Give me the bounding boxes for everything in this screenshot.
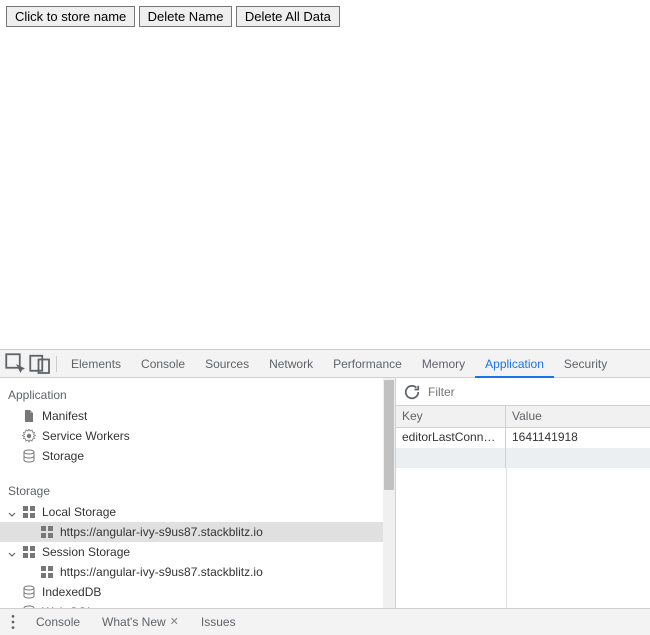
tab-console[interactable]: Console [131, 350, 195, 378]
sidebar-item-service-workers[interactable]: Service Workers [0, 426, 395, 446]
page-content: Click to store name Delete Name Delete A… [0, 0, 650, 350]
sidebar-item-label: Storage [42, 449, 84, 463]
application-sidebar: Application Manifest Service Workers Sto… [0, 378, 396, 608]
sidebar-item-label: https://angular-ivy-s9us87.stackblitz.io [60, 525, 263, 539]
tab-application[interactable]: Application [475, 350, 554, 378]
toggle-device-icon[interactable] [28, 352, 52, 376]
grid-icon [40, 565, 54, 579]
delete-name-button[interactable]: Delete Name [139, 6, 233, 27]
section-storage: Storage [0, 480, 395, 502]
inspect-element-icon[interactable] [4, 352, 28, 376]
scrollbar[interactable] [383, 378, 395, 608]
sidebar-item-label: Session Storage [42, 545, 130, 559]
document-icon [22, 409, 36, 423]
column-key[interactable]: Key [396, 406, 506, 427]
store-name-button[interactable]: Click to store name [6, 6, 135, 27]
tab-security[interactable]: Security [554, 350, 617, 378]
table-row[interactable]: editorLastConnec... 1641141918 [396, 428, 650, 448]
tab-performance[interactable]: Performance [323, 350, 412, 378]
cell-key[interactable] [396, 448, 506, 468]
tab-network[interactable]: Network [259, 350, 323, 378]
drawer-tab-whats-new[interactable]: What's New ✕ [94, 609, 187, 635]
sidebar-item-storage-overview[interactable]: Storage [0, 446, 395, 466]
tab-elements[interactable]: Elements [61, 350, 131, 378]
cell-key[interactable]: editorLastConnec... [396, 428, 506, 448]
grid-icon [40, 525, 54, 539]
drawer-tab-issues[interactable]: Issues [193, 609, 244, 635]
sidebar-item-label: https://angular-ivy-s9us87.stackblitz.io [60, 565, 263, 579]
sidebar-item-local-storage-origin[interactable]: https://angular-ivy-s9us87.stackblitz.io [0, 522, 395, 542]
devtools-drawer: Console What's New ✕ Issues [0, 608, 650, 635]
devtools-body: Application Manifest Service Workers Sto… [0, 378, 650, 608]
devtools-tabstrip: Elements Console Sources Network Perform… [0, 350, 650, 378]
section-application: Application [0, 384, 395, 406]
table-body-spacer [396, 468, 650, 608]
tab-sources[interactable]: Sources [195, 350, 259, 378]
drawer-tab-console[interactable]: Console [28, 609, 88, 635]
close-icon[interactable]: ✕ [170, 609, 179, 635]
more-icon[interactable] [4, 610, 22, 634]
sidebar-item-label: IndexedDB [42, 585, 101, 599]
drawer-tab-label: What's New [102, 609, 166, 635]
column-value[interactable]: Value [506, 406, 650, 427]
table-row-empty[interactable] [396, 448, 650, 468]
sidebar-item-websql[interactable]: Web SQL [0, 602, 395, 608]
sidebar-item-indexeddb[interactable]: IndexedDB [0, 582, 395, 602]
sidebar-item-label: Web SQL [42, 605, 94, 608]
separator [56, 356, 57, 372]
database-icon [22, 449, 36, 463]
chevron-down-icon [8, 508, 16, 516]
scrollbar-thumb[interactable] [384, 380, 394, 490]
detail-toolbar [396, 378, 650, 406]
grid-icon [22, 545, 36, 559]
storage-detail-panel: Key Value editorLastConnec... 1641141918 [396, 378, 650, 608]
gear-icon [22, 429, 36, 443]
sidebar-item-local-storage[interactable]: Local Storage [0, 502, 395, 522]
sidebar-item-session-storage-origin[interactable]: https://angular-ivy-s9us87.stackblitz.io [0, 562, 395, 582]
sidebar-item-label: Service Workers [42, 429, 130, 443]
database-icon [22, 605, 36, 608]
cell-value[interactable] [506, 448, 650, 468]
kv-header: Key Value [396, 406, 650, 428]
sidebar-item-session-storage[interactable]: Session Storage [0, 542, 395, 562]
refresh-icon[interactable] [402, 382, 422, 402]
tab-memory[interactable]: Memory [412, 350, 475, 378]
delete-all-button[interactable]: Delete All Data [236, 6, 340, 27]
filter-input[interactable] [428, 385, 644, 399]
cell-value[interactable]: 1641141918 [506, 428, 650, 448]
database-icon [22, 585, 36, 599]
chevron-down-icon [8, 548, 16, 556]
sidebar-item-label: Manifest [42, 409, 87, 423]
sidebar-item-label: Local Storage [42, 505, 116, 519]
grid-icon [22, 505, 36, 519]
sidebar-item-manifest[interactable]: Manifest [0, 406, 395, 426]
